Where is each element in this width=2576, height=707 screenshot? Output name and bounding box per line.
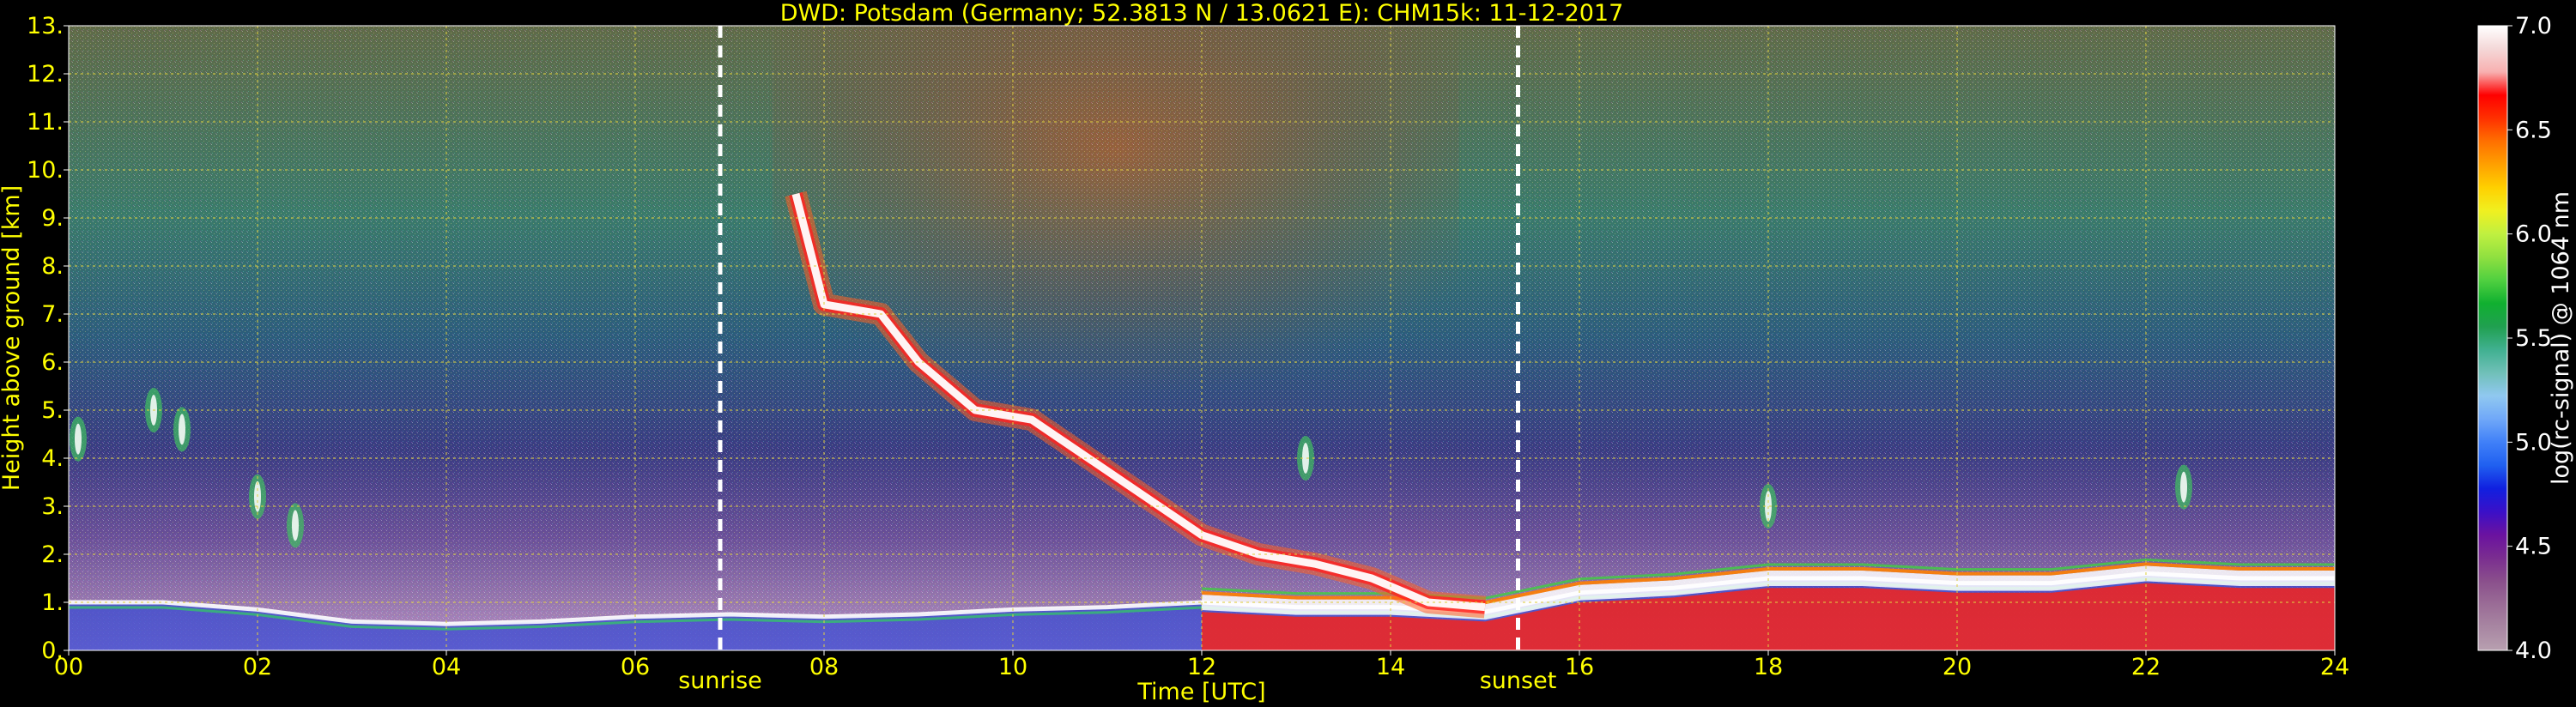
y-tick-label: 4. — [41, 445, 64, 472]
x-axis-ticks: 00 02 04 06 08 10 12 14 16 18 20 22 24 — [54, 650, 2349, 680]
y-tick-label: 2. — [41, 541, 64, 568]
y-tick-label: 7. — [41, 301, 64, 328]
colorbar-scale — [2477, 25, 2508, 651]
y-axis-ticks: 0.1.2.3.4.5.6.7.8.9.10.11.12.13. — [27, 13, 69, 664]
y-tick-label: 8. — [41, 253, 64, 280]
x-tick-label: 02 — [243, 654, 272, 680]
colorbar-tick-label: 7.0 — [2515, 13, 2552, 39]
y-tick-label: 9. — [41, 205, 64, 232]
y-tick-label: 3. — [41, 493, 64, 520]
y-axis-label: Height above ground [km] — [0, 185, 25, 491]
x-tick-label: 10 — [998, 654, 1027, 680]
x-tick-label: 00 — [54, 654, 83, 680]
colorbar-label: log(rc-signal) @ 1064 nm — [2548, 191, 2574, 485]
y-tick-label: 12. — [27, 61, 64, 88]
y-tick-label: 1. — [41, 589, 64, 616]
x-tick-label: 04 — [432, 654, 461, 680]
y-tick-label: 13. — [27, 13, 64, 39]
x-tick-label: 24 — [2320, 654, 2349, 680]
colorbar-tick-label: 4.0 — [2515, 638, 2552, 664]
y-tick-label: 5. — [41, 397, 64, 424]
x-tick-label: 16 — [1565, 654, 1594, 680]
x-tick-label: 08 — [809, 654, 839, 680]
event-label: sunset — [1480, 668, 1557, 694]
y-tick-label: 6. — [41, 349, 64, 376]
colorbar: 4.0 4.5 5.0 5.5 6.0 6.5 7.0 log(rc-signal) @ 1… — [2477, 13, 2574, 664]
x-tick-label: 20 — [1943, 654, 1972, 680]
x-tick-label: 06 — [621, 654, 650, 680]
colorbar-tick-label: 4.5 — [2515, 534, 2552, 560]
y-tick-label: 11. — [27, 109, 64, 136]
aerosol-plume-core — [75, 423, 82, 455]
aerosol-plume-core — [292, 510, 299, 541]
colorbar-tick-label: 6.0 — [2515, 221, 2552, 248]
colorbar-tick-label: 6.5 — [2515, 117, 2552, 143]
y-tick-label: 10. — [27, 157, 64, 184]
x-tick-label: 12 — [1187, 654, 1216, 680]
colorbar-ticks: 4.0 4.5 5.0 5.5 6.0 6.5 7.0 — [2507, 13, 2552, 664]
lidar-chart: sunrise sunset 0.1.2.3.4.5.6.7.8.9.10.11.… — [0, 0, 2574, 705]
chart-title: DWD: Potsdam (Germany; 52.3813 N / 13.06… — [780, 0, 1624, 27]
x-tick-label: 18 — [1754, 654, 1783, 680]
x-axis-label: Time [UTC] — [1136, 679, 1265, 705]
x-tick-label: 14 — [1376, 654, 1405, 680]
colorbar-tick-label: 5.0 — [2515, 429, 2552, 456]
colorbar-tick-label: 5.5 — [2515, 325, 2552, 352]
aerosol-plume-core — [2180, 471, 2187, 503]
event-label: sunrise — [678, 668, 762, 694]
x-tick-label: 22 — [2131, 654, 2161, 680]
aerosol-plume-core — [179, 414, 185, 445]
